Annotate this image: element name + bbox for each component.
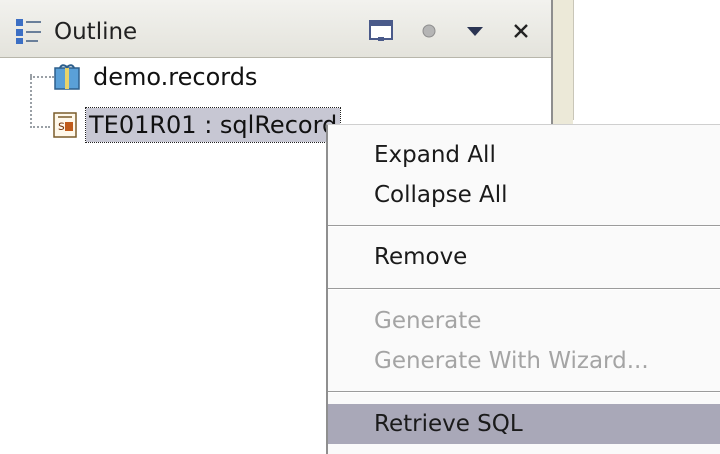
menu-item-generate: Generate — [374, 308, 482, 334]
editor-sash[interactable] — [553, 0, 574, 120]
record-icon: s — [53, 112, 77, 138]
tree-item-label: demo.records — [93, 63, 258, 91]
dot-icon — [422, 24, 436, 38]
view-menu-button[interactable] — [458, 14, 492, 48]
context-menu: Expand All Collapse All Remove Generate … — [326, 124, 720, 454]
menu-item-remove[interactable]: Remove — [328, 237, 720, 277]
tree-item-demo-records[interactable]: demo.records — [52, 58, 260, 96]
view-title: Outline — [54, 19, 138, 45]
menu-separator — [328, 391, 720, 393]
outline-view-header: Outline — [0, 0, 551, 58]
menu-separator — [328, 288, 720, 290]
close-icon — [514, 24, 528, 38]
package-icon — [54, 64, 80, 90]
tree-connector — [30, 126, 50, 128]
tree-item-label: TE01R01 : sqlRecord — [84, 107, 342, 143]
tree-connector — [30, 76, 54, 78]
menu-item-generate-with-wizard: Generate With Wizard... — [374, 348, 649, 374]
menu-item-collapse-all[interactable]: Collapse All — [328, 175, 720, 215]
menu-separator — [328, 225, 720, 227]
screen: Outline demo.records s TE01R01: sqlReco… — [0, 0, 720, 454]
chevron-down-icon — [467, 27, 483, 36]
tree-item-sqlrecord[interactable]: s TE01R01 : sqlRecord — [50, 106, 342, 144]
svg-text:s: s — [58, 119, 65, 134]
menu-item-expand-all[interactable]: Expand All — [328, 135, 720, 175]
tree-connector — [30, 74, 32, 128]
outline-icon — [16, 19, 41, 44]
minimize-button[interactable] — [364, 14, 398, 48]
menu-dot-button[interactable] — [412, 14, 446, 48]
close-button[interactable] — [504, 14, 538, 48]
menu-item-retrieve-sql[interactable]: Retrieve SQL — [328, 404, 720, 444]
minimize-icon — [369, 20, 393, 41]
